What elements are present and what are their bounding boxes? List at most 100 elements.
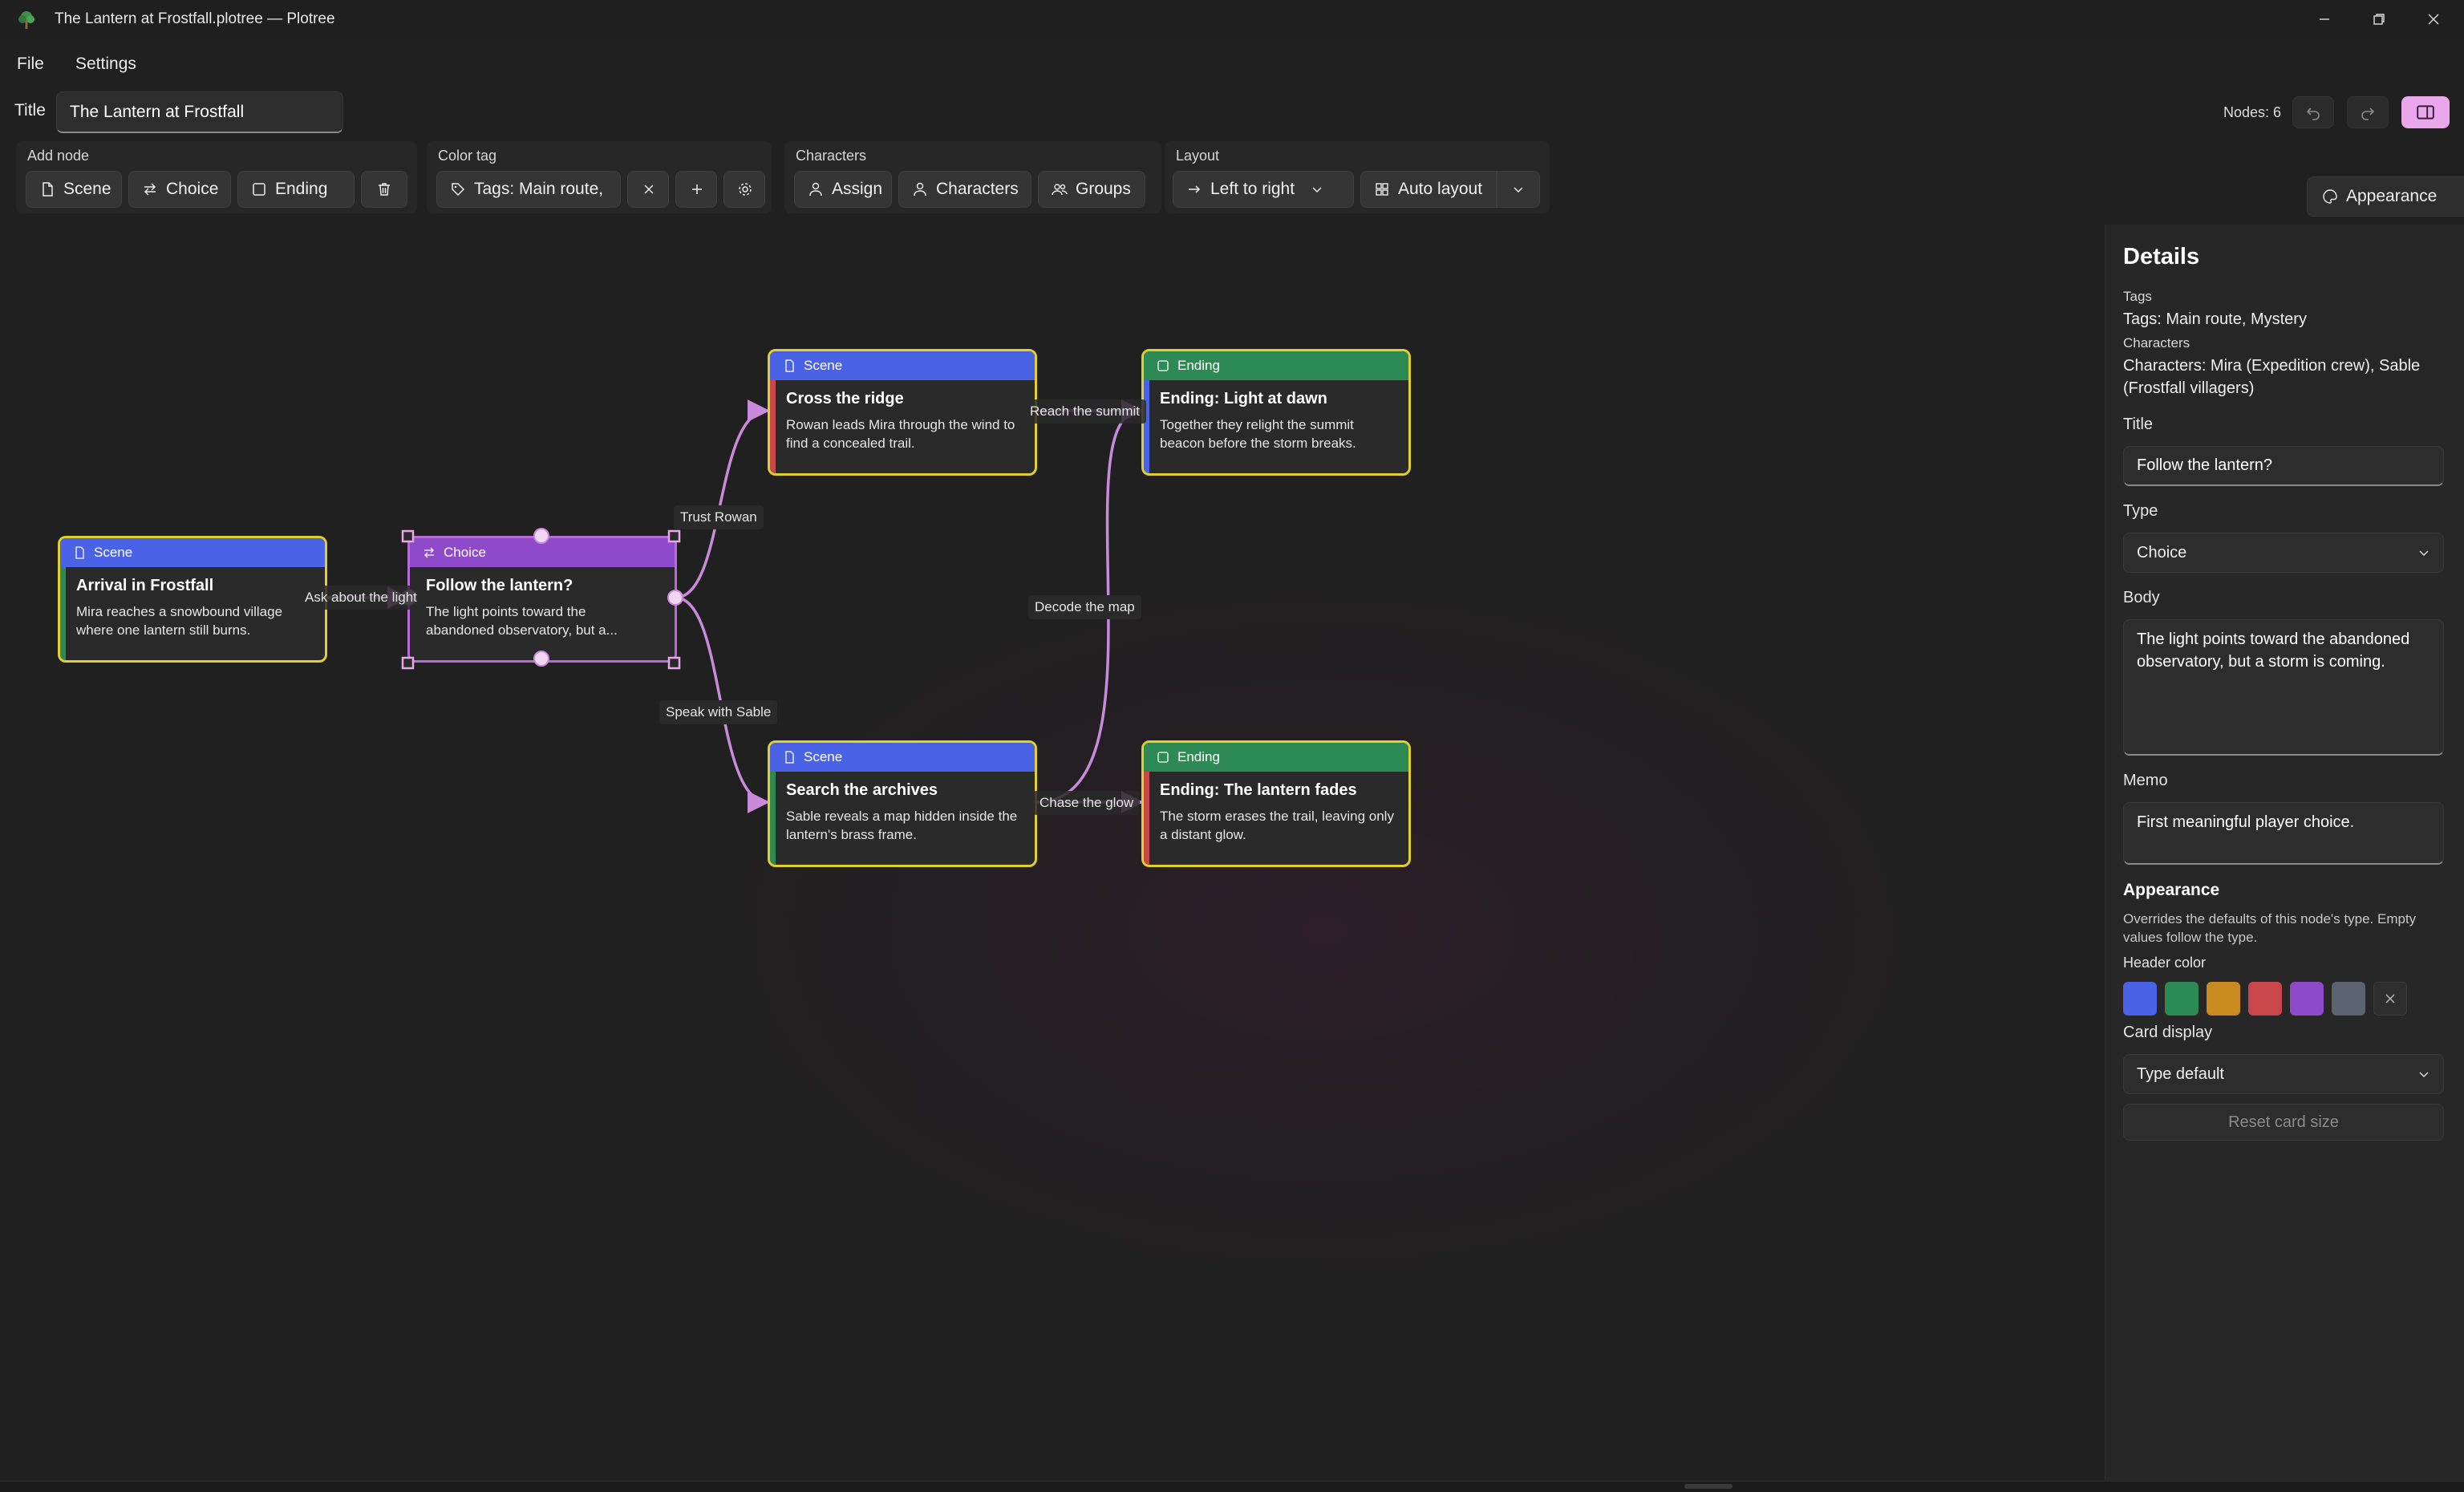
characters-value: Characters: Mira (Expedition crew), Sabl…	[2123, 357, 2421, 397]
chevron-down-icon	[1312, 187, 1322, 193]
resize-handle-ne[interactable]	[667, 529, 681, 543]
appearance-note: Overrides the defaults of this node's ty…	[2123, 911, 2417, 945]
connect-handle-right[interactable]	[667, 590, 683, 606]
window-title: The Lantern at Frostfall.plotree — Plotr…	[55, 10, 335, 27]
add-ending-label: Ending	[275, 180, 328, 198]
people-group-icon	[1052, 184, 1068, 196]
header-color-swatch[interactable]	[2332, 982, 2365, 1016]
connect-handle-top[interactable]	[533, 528, 549, 544]
menu-settings[interactable]: Settings	[71, 47, 141, 82]
add-node-group: Add node Scene Choice Ending	[16, 141, 417, 213]
groups-label: Groups	[1076, 180, 1131, 198]
assign-label: Assign	[832, 180, 883, 198]
edge-label-decode[interactable]: Decode the map	[1028, 595, 1141, 619]
title-bar: The Lantern at Frostfall.plotree — Plotr…	[0, 0, 2464, 39]
characters-label: Characters	[2123, 335, 2190, 351]
memo-field-label: Memo	[2123, 772, 2168, 789]
minimize-button[interactable]	[2297, 0, 2352, 39]
header-color-swatch[interactable]	[2123, 982, 2157, 1016]
details-panel-toggle[interactable]	[2401, 96, 2450, 128]
plus-icon	[692, 184, 702, 194]
side-panel-icon	[2417, 105, 2434, 120]
close-window-button[interactable]	[2406, 0, 2461, 39]
edge-label-ask[interactable]: Ask about the light	[298, 586, 424, 610]
chevron-down-icon	[2419, 550, 2429, 557]
undo-button[interactable]	[2292, 96, 2334, 128]
menu-file[interactable]: File	[12, 47, 49, 82]
groups-button[interactable]: Groups	[1038, 171, 1145, 208]
edge-label-chase[interactable]: Chase the glow	[1033, 791, 1141, 815]
trash-icon	[379, 183, 390, 196]
palette-icon	[2323, 189, 2337, 204]
auto-layout-label: Auto layout	[1398, 180, 1483, 198]
appearance-button[interactable]: Appearance	[2307, 176, 2464, 217]
gear-icon	[739, 183, 752, 196]
connect-handle-bottom[interactable]	[533, 651, 549, 667]
redo-button[interactable]	[2347, 96, 2389, 128]
clear-color-button[interactable]	[2373, 982, 2407, 1016]
layout-direction-dropdown[interactable]: Left to right	[1173, 171, 1354, 208]
restore-icon	[2373, 14, 2385, 25]
horizontal-scrollbar[interactable]	[1684, 1484, 1732, 1489]
add-scene-button[interactable]: Scene	[26, 171, 122, 208]
header-color-swatch[interactable]	[2207, 982, 2240, 1016]
status-bar	[0, 1481, 2464, 1492]
person-icon	[914, 182, 926, 197]
header-color-swatch[interactable]	[2165, 982, 2199, 1016]
edge-label-reach[interactable]: Reach the summit	[1023, 399, 1146, 424]
body-field-label: Body	[2123, 589, 2160, 606]
header-color-swatch[interactable]	[2248, 982, 2282, 1016]
undo-icon	[2306, 107, 2320, 120]
resize-handle-sw[interactable]	[401, 656, 415, 670]
header-color-label: Header color	[2123, 955, 2207, 971]
edge-label-trust[interactable]: Trust Rowan	[674, 505, 764, 529]
type-field-label: Type	[2123, 502, 2158, 520]
auto-layout-button[interactable]: Auto layout	[1360, 171, 1497, 208]
document-title-input[interactable]	[56, 91, 343, 133]
card-display-label: Card display	[2123, 1024, 2213, 1041]
graph-canvas[interactable]: Scene Arrival in Frostfall Mira reaches …	[0, 225, 2105, 1481]
appearance-label: Appearance	[2346, 187, 2438, 205]
appearance-heading: Appearance	[2123, 881, 2220, 899]
color-tag-selector[interactable]: Tags: Main route,	[436, 171, 621, 208]
node-memo-field[interactable]: First meaningful player choice.	[2123, 802, 2444, 865]
square-icon	[253, 183, 265, 196]
characters-group: Characters Assign Characters Groups	[784, 141, 1161, 213]
resize-handle-nw[interactable]	[401, 529, 415, 543]
reset-card-size-button[interactable]: Reset card size	[2123, 1104, 2444, 1141]
add-choice-label: Choice	[166, 180, 219, 198]
clear-x-icon	[644, 184, 654, 194]
node-body-field[interactable]: The light points toward the abandoned ob…	[2123, 619, 2444, 756]
minimize-icon	[2320, 18, 2329, 20]
card-display-select[interactable]: Type default	[2123, 1054, 2444, 1094]
restore-button[interactable]	[2352, 0, 2406, 39]
nodes-count: Nodes: 6	[2223, 104, 2282, 120]
add-choice-button[interactable]: Choice	[128, 171, 231, 208]
header-color-swatch[interactable]	[2290, 982, 2324, 1016]
add-tag-button[interactable]	[675, 171, 717, 208]
node-type-value: Choice	[2137, 543, 2187, 562]
tag-settings-button[interactable]	[723, 171, 765, 208]
edge-label-speak[interactable]: Speak with Sable	[659, 700, 778, 724]
auto-layout-options-button[interactable]	[1497, 171, 1540, 208]
clear-tag-button[interactable]	[627, 171, 669, 208]
resize-handle-se[interactable]	[667, 656, 681, 670]
add-ending-button[interactable]: Ending	[237, 171, 355, 208]
add-scene-label: Scene	[63, 180, 111, 198]
assign-character-button[interactable]: Assign	[794, 171, 892, 208]
grid-icon	[1376, 183, 1388, 196]
title-field-label: Title	[2123, 416, 2154, 433]
close-icon	[2428, 14, 2439, 25]
color-tag-label: Color tag	[438, 148, 497, 164]
delete-node-button[interactable]	[361, 171, 407, 208]
node-title-field[interactable]	[2123, 446, 2444, 486]
node-type-select[interactable]: Choice	[2123, 533, 2444, 573]
color-tag-value: Tags: Main route,	[474, 180, 604, 198]
document-title-label: Title	[14, 101, 46, 120]
tags-value: Tags: Main route, Mystery	[2123, 310, 2307, 328]
layout-group: Layout Left to right Auto layout	[1165, 141, 1550, 213]
details-panel: Details Tags Tags: Main route, Mystery C…	[2105, 225, 2464, 1481]
color-tag-group: Color tag Tags: Main route,	[427, 141, 772, 213]
characters-button[interactable]: Characters	[898, 171, 1031, 208]
app-tree-icon	[18, 11, 34, 29]
